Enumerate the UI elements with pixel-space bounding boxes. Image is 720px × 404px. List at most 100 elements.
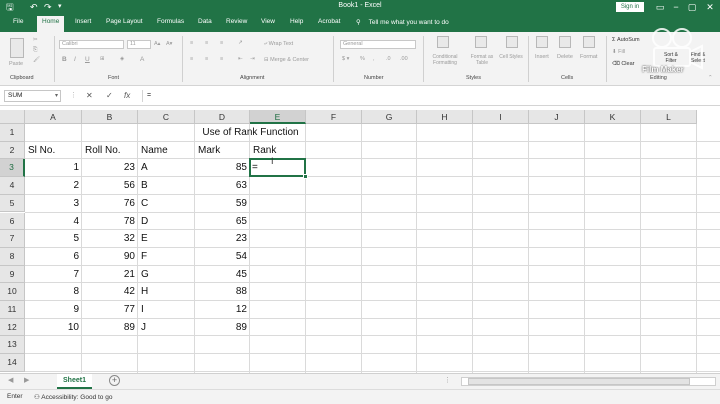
row-header-5[interactable]: 5	[0, 194, 25, 213]
row-header-6[interactable]: 6	[0, 212, 25, 231]
cell-roll-no[interactable]: 89	[82, 319, 138, 337]
tab-review[interactable]: Review	[226, 18, 247, 25]
format-as-table-label[interactable]: Format as Table	[466, 54, 498, 66]
insert-cells-icon[interactable]	[536, 36, 548, 48]
cell-mark[interactable]: 89	[195, 319, 250, 337]
cell-name[interactable]: B	[138, 177, 195, 195]
fill-handle[interactable]	[303, 174, 308, 180]
row-header-4[interactable]: 4	[0, 177, 25, 195]
format-painter-icon[interactable]: 🖌	[33, 57, 40, 63]
align-left-icon[interactable]: ≡	[190, 56, 193, 62]
comma-icon[interactable]: ,	[373, 56, 375, 62]
tab-help[interactable]: Help	[290, 18, 303, 25]
cell-sl-no[interactable]: 3	[25, 195, 82, 213]
minimize-icon[interactable]: −	[668, 0, 684, 14]
add-sheet-icon[interactable]: +	[109, 375, 120, 386]
sign-in-button[interactable]: Sign in	[616, 2, 644, 12]
decrease-decimal-icon[interactable]: .00	[400, 56, 408, 62]
cell-roll-no[interactable]: 56	[82, 177, 138, 195]
column-header-c[interactable]: C	[138, 110, 195, 124]
top-align-icon[interactable]: ≡	[190, 40, 193, 46]
insert-cells-label[interactable]: Insert	[535, 54, 549, 60]
cell-styles-label[interactable]: Cell Styles	[498, 54, 524, 60]
orientation-icon[interactable]: ↗	[238, 40, 243, 46]
select-all-corner[interactable]	[0, 110, 25, 124]
cell-name[interactable]: I	[138, 301, 195, 319]
column-header-g[interactable]: G	[362, 110, 417, 124]
cell-roll-no[interactable]: 78	[82, 213, 138, 231]
column-header-f[interactable]: F	[306, 110, 362, 124]
accessibility-status[interactable]: ⚇ Accessibility: Good to go	[34, 393, 112, 401]
header-cell-sl-no[interactable]: Sl No.	[25, 142, 82, 160]
conditional-formatting-label[interactable]: Conditional Formatting	[428, 54, 462, 66]
currency-icon[interactable]: $ ▾	[342, 56, 349, 62]
shrink-font-icon[interactable]: A▾	[166, 41, 172, 47]
column-header-j[interactable]: J	[529, 110, 585, 124]
name-box-dropdown-icon[interactable]: ▾	[55, 91, 58, 101]
cell-sl-no[interactable]: 9	[25, 301, 82, 319]
cell-roll-no[interactable]: 23	[82, 159, 138, 177]
prev-sheet-icon[interactable]: ◀	[8, 376, 13, 384]
cell-name[interactable]: C	[138, 195, 195, 213]
cell-mark[interactable]: 12	[195, 301, 250, 319]
cell-name[interactable]: D	[138, 213, 195, 231]
cell-roll-no[interactable]: 21	[82, 266, 138, 284]
enter-formula-icon[interactable]: ✓	[106, 90, 113, 102]
cell-mark[interactable]: 45	[195, 266, 250, 284]
cancel-formula-icon[interactable]: ✕	[86, 90, 93, 102]
ribbon-display-icon[interactable]: ▭	[652, 0, 668, 14]
next-sheet-icon[interactable]: ▶	[24, 376, 29, 384]
cell-sl-no[interactable]: 6	[25, 248, 82, 266]
header-cell-mark[interactable]: Mark	[195, 142, 250, 160]
tab-formulas[interactable]: Formulas	[157, 18, 184, 25]
cell-mark[interactable]: 88	[195, 283, 250, 301]
cell-sl-no[interactable]: 4	[25, 213, 82, 231]
outdent-icon[interactable]: ⇥	[250, 56, 255, 62]
cut-icon[interactable]: ✂	[33, 37, 38, 43]
tell-me-search[interactable]: ⚲ Tell me what you want to do	[356, 18, 449, 26]
percent-icon[interactable]: %	[360, 56, 365, 62]
cell-name[interactable]: E	[138, 230, 195, 248]
row-header-8[interactable]: 8	[0, 247, 25, 266]
row-header-7[interactable]: 7	[0, 230, 25, 248]
fill-button[interactable]: ⬇ Fill	[612, 49, 625, 55]
increase-decimal-icon[interactable]: .0	[386, 56, 391, 62]
paste-icon[interactable]	[10, 38, 24, 58]
format-cells-label[interactable]: Format	[580, 54, 597, 60]
cell-mark[interactable]: 59	[195, 195, 250, 213]
name-box[interactable]: SUM ▾	[4, 90, 61, 102]
tab-acrobat[interactable]: Acrobat	[318, 18, 340, 25]
active-cell-cursor[interactable]	[249, 158, 306, 178]
cell-mark[interactable]: 54	[195, 248, 250, 266]
wrap-text-button[interactable]: ⤶ Wrap Text	[264, 41, 293, 48]
tab-page-layout[interactable]: Page Layout	[106, 18, 143, 25]
cell-sl-no[interactable]: 2	[25, 177, 82, 195]
row-header-2[interactable]: 2	[0, 141, 25, 160]
indent-icon[interactable]: ⇤	[238, 56, 243, 62]
cell-roll-no[interactable]: 32	[82, 230, 138, 248]
sheet-tab-sheet1[interactable]: Sheet1	[57, 374, 92, 389]
row-header-3[interactable]: 3	[0, 159, 25, 178]
bottom-align-icon[interactable]: ≡	[220, 40, 223, 46]
cell-name[interactable]: H	[138, 283, 195, 301]
number-format-box[interactable]: General	[340, 40, 416, 49]
header-cell-name[interactable]: Name	[138, 142, 195, 160]
conditional-formatting-icon[interactable]	[437, 36, 449, 48]
header-cell-roll-no[interactable]: Roll No.	[82, 142, 138, 160]
fill-color-icon[interactable]: ◈	[120, 56, 124, 62]
delete-cells-icon[interactable]	[559, 36, 571, 48]
row-header-12[interactable]: 12	[0, 318, 25, 337]
column-header-b[interactable]: B	[82, 110, 138, 124]
font-color-icon[interactable]: A	[140, 56, 144, 63]
format-as-table-icon[interactable]	[475, 36, 487, 48]
column-header-h[interactable]: H	[417, 110, 473, 124]
header-cell-rank[interactable]: Rank	[250, 142, 306, 160]
tab-file[interactable]: File	[13, 18, 23, 25]
copy-icon[interactable]: ⎘	[33, 47, 37, 54]
tab-home[interactable]: Home	[37, 16, 65, 32]
underline-icon[interactable]: U	[85, 56, 90, 63]
cell-roll-no[interactable]: 42	[82, 283, 138, 301]
maximize-icon[interactable]: ▢	[684, 0, 700, 14]
delete-cells-label[interactable]: Delete	[557, 54, 573, 60]
column-header-e[interactable]: E	[250, 110, 306, 124]
